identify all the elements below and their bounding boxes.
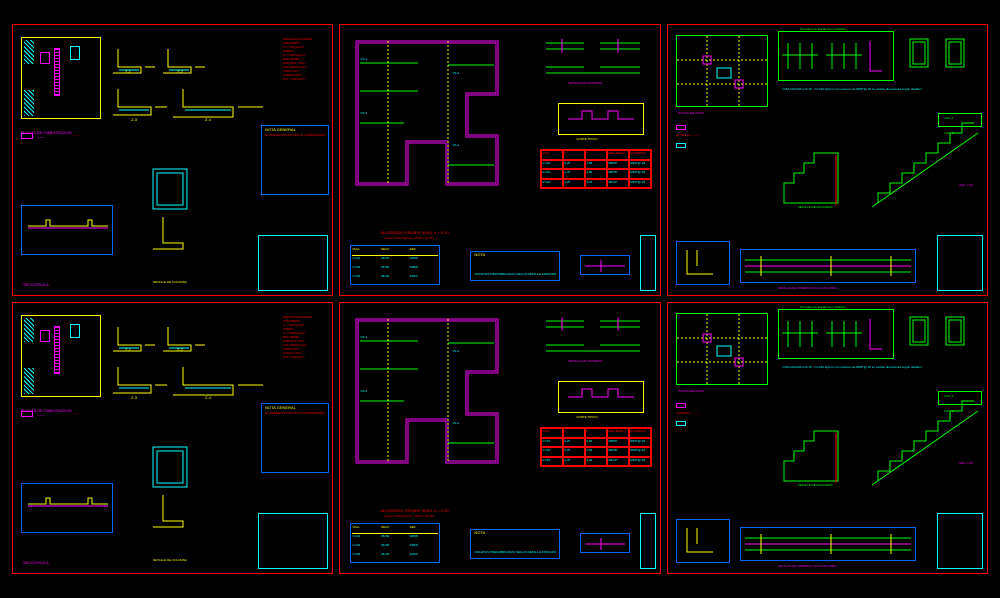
stair-notes: LOSA MACIZA e=0.15 - f'c=210 kg/cm² con … xyxy=(782,87,922,91)
corte-label: CORTE TIPICO xyxy=(576,415,597,420)
beam-plan-title: PLANTA DE VIGAS xyxy=(678,389,704,394)
footing-details xyxy=(113,39,273,149)
small-sections xyxy=(906,313,978,355)
column-label: DETALLE DE COLUMNA xyxy=(153,558,187,563)
title-block xyxy=(640,235,656,291)
notes-body: EL PRESENTE PROYECTO CORRESPONDE A UNA V… xyxy=(265,133,325,137)
foundation-plan-outline xyxy=(21,37,101,119)
title-block xyxy=(258,513,328,569)
notes-title: NOTA GENERAL xyxy=(265,405,296,410)
beam-elev-frame xyxy=(740,249,916,283)
mini-section xyxy=(580,533,630,553)
slab-plan xyxy=(348,313,528,478)
spec-text: ESPECIFICACIONES CONCRETO f'c = 210 kg/c… xyxy=(283,315,331,395)
corte-label: CORTE TIPICO xyxy=(576,137,597,142)
z4-label: Z-4 xyxy=(205,395,211,400)
slab-subtitle: (Losa f'c=210 kg/cm² - Ø 8mm @.25) xyxy=(384,236,433,241)
z3-label: Z-3 xyxy=(131,395,137,400)
rebar-detail xyxy=(782,35,890,77)
slab-plan xyxy=(348,35,528,200)
z1-label: Z-1 xyxy=(125,347,131,352)
sheet-e3-bottom: PLANTA DE VIGAS Armadura de Escalera en … xyxy=(667,302,988,574)
detail-box-bl xyxy=(676,519,730,563)
slab-title: ALIGERADO PRIMER NIVEL h = 0.20 xyxy=(380,508,448,513)
z2-label: Z-2 xyxy=(177,347,183,352)
notes-title: NOTA GENERAL xyxy=(265,127,296,132)
sheet-e1-top: PLANTA DE CIMENTACION Z-1 Z-2 Z-3 Z-4 ES… xyxy=(12,24,333,296)
spec-text: ESPECIFICACIONES CONCRETO f'c = 210 kg/c… xyxy=(283,37,331,117)
rebar-detail xyxy=(782,313,890,355)
sheet-e1-bottom: PLANTA DE CIMENTACION Z-1 Z-2 Z-3 Z-4 ES… xyxy=(12,302,333,574)
armadura-title: Armadura de Escalera en Voladizo xyxy=(800,305,846,310)
beam-elev-frame xyxy=(740,527,916,561)
stair-label: DETALLE DE ESCALERA xyxy=(798,483,833,488)
z2-label: Z-2 xyxy=(177,69,183,74)
beam-elev-label: DETALLE DE CONEXION VIGA-COLUMNA xyxy=(778,286,837,291)
title-block xyxy=(640,513,656,569)
foundation-plan-outline xyxy=(21,315,101,397)
title-block xyxy=(937,235,983,291)
drawing-sheet-grid: PLANTA DE CIMENTACION Z-1 Z-2 Z-3 Z-4 ES… xyxy=(0,0,1000,598)
det-viguetas: DETALLE DE VIGUETAS xyxy=(568,359,602,364)
beam-elev-label: DETALLE DE CONEXION VIGA-COLUMNA xyxy=(778,564,837,569)
sheet-e2-top: VS-1 VS-2 VS-3 VS-4 DETALLE DE VIGUETAS … xyxy=(339,24,660,296)
legend-swatch xyxy=(21,133,33,139)
z1-label: Z-1 xyxy=(125,69,131,74)
detail-box-bl xyxy=(676,241,730,285)
stair-section xyxy=(778,393,978,493)
footing-details xyxy=(113,317,273,427)
z4-label: Z-4 xyxy=(205,117,211,122)
slab-subtitle: (Losa f'c=210 kg/cm² - Ø 8mm @.25) xyxy=(384,514,433,519)
stair-notes: LOSA MACIZA e=0.15 - f'c=210 kg/cm² con … xyxy=(782,365,922,369)
mini-section xyxy=(580,255,630,275)
sheet-e2-bottom: VS-1 VS-2 VS-3 VS-4 DETALLE DE VIGUETAS … xyxy=(339,302,660,574)
beam-plan xyxy=(676,35,768,107)
slab-title: ALIGERADO PRIMER NIVEL h = 0.20 xyxy=(380,230,448,235)
stair-section xyxy=(778,115,978,215)
z3-label: Z-3 xyxy=(131,117,137,122)
beam-plan xyxy=(676,313,768,385)
stair-label: DETALLE DE ESCALERA xyxy=(798,205,833,210)
det-viguetas: DETALLE DE VIGUETAS xyxy=(568,81,602,86)
vigueta-detail xyxy=(540,313,650,373)
beam-table: VIGA b h REFUERZO ESTRIBOS V-101 0.25 0.… xyxy=(540,427,652,467)
section-frame xyxy=(21,205,113,255)
title-block xyxy=(937,513,983,569)
column-label: DETALLE DE COLUMNA xyxy=(153,280,187,285)
title-block xyxy=(258,235,328,291)
small-sections xyxy=(906,35,978,77)
beam-plan-title: PLANTA DE VIGAS xyxy=(678,111,704,116)
section-label: SECCION A-A xyxy=(23,560,49,565)
beam-table: VIGA b h REFUERZO ESTRIBOS V-101 0.25 0.… xyxy=(540,149,652,189)
column-detail xyxy=(143,443,223,533)
section-frame xyxy=(21,483,113,533)
sheet-e3-top: PLANTA DE VIGAS Armadura de Escalera en … xyxy=(667,24,988,296)
legend-swatch xyxy=(21,411,33,417)
column-detail xyxy=(143,165,223,255)
section-label: SECCION A-A xyxy=(23,282,49,287)
vigueta-detail xyxy=(540,35,650,95)
notes-body: EL PRESENTE PROYECTO CORRESPONDE A UNA V… xyxy=(265,411,325,415)
armadura-title: Armadura de Escalera en Voladizo xyxy=(800,27,846,32)
